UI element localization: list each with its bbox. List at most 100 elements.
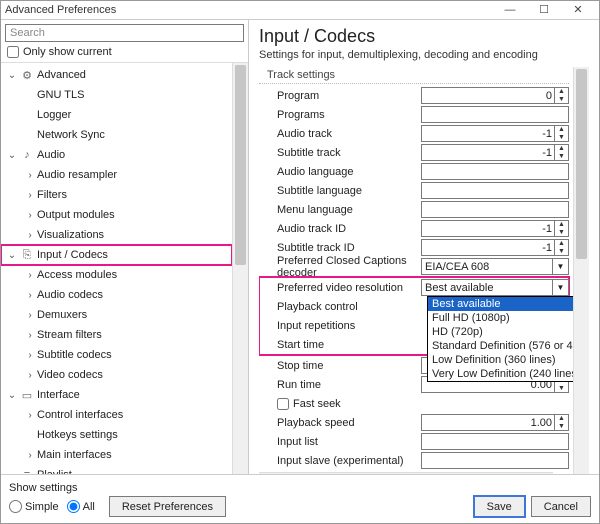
spinner-icon[interactable]: ▲▼ bbox=[554, 145, 568, 160]
tree-item-demuxers[interactable]: ›Demuxers bbox=[1, 305, 232, 325]
label-preferred-resolution: Preferred video resolution bbox=[277, 282, 421, 294]
spinner-icon[interactable]: ▲▼ bbox=[554, 415, 568, 430]
tree-item-gnu-tls[interactable]: GNU TLS bbox=[1, 85, 232, 105]
chevron-right-icon[interactable]: › bbox=[23, 330, 37, 341]
radio-all[interactable]: All bbox=[67, 500, 95, 513]
spinner-icon[interactable]: ▲▼ bbox=[554, 240, 568, 255]
chevron-down-icon[interactable]: ⌄ bbox=[5, 70, 19, 81]
field-input-slave[interactable] bbox=[421, 452, 569, 469]
field-subtitle-language[interactable] bbox=[421, 182, 569, 199]
chevron-down-icon: ▼ bbox=[552, 259, 568, 274]
dropdown-option[interactable]: Low Definition (360 lines) bbox=[428, 353, 573, 367]
dropdown-option[interactable]: Very Low Definition (240 lines) bbox=[428, 367, 573, 381]
search-input[interactable]: Search bbox=[5, 24, 244, 42]
radio-simple[interactable]: Simple bbox=[9, 500, 59, 513]
chevron-down-icon[interactable]: ⌄ bbox=[5, 470, 19, 475]
chevron-right-icon[interactable]: › bbox=[23, 410, 37, 421]
page-subtitle: Settings for input, demultiplexing, deco… bbox=[259, 49, 589, 61]
chevron-right-icon[interactable]: › bbox=[23, 370, 37, 381]
chevron-right-icon[interactable]: › bbox=[23, 290, 37, 301]
chevron-down-icon[interactable]: ⌄ bbox=[5, 250, 19, 261]
field-audio-track[interactable]: -1 ▲▼ bbox=[421, 125, 569, 142]
dropdown-option[interactable]: HD (720p) bbox=[428, 325, 573, 339]
row-audio-track: Audio track -1 ▲▼ bbox=[259, 124, 569, 143]
chevron-down-icon[interactable]: ⌄ bbox=[5, 150, 19, 161]
tree-scrollbar[interactable] bbox=[232, 63, 248, 474]
tree-item-control-interfaces[interactable]: ›Control interfaces bbox=[1, 405, 232, 425]
field-closed-captions[interactable]: EIA/CEA 608 ▼ bbox=[421, 258, 569, 275]
spinner-icon[interactable]: ▲▼ bbox=[554, 88, 568, 103]
field-subtitle-track[interactable]: -1 ▲▼ bbox=[421, 144, 569, 161]
field-audio-language[interactable] bbox=[421, 163, 569, 180]
tree-item-stream-filters[interactable]: ›Stream filters bbox=[1, 325, 232, 345]
label-input-slave: Input slave (experimental) bbox=[277, 455, 421, 467]
label-programs: Programs bbox=[277, 109, 421, 121]
tree-item-audio-resampler[interactable]: ›Audio resampler bbox=[1, 165, 232, 185]
chevron-right-icon[interactable]: › bbox=[23, 210, 37, 221]
field-input-list[interactable] bbox=[421, 433, 569, 450]
settings-list: Track settings Program 0 ▲▼ Programs Aud… bbox=[259, 67, 573, 474]
maximize-button[interactable]: ☐ bbox=[527, 2, 561, 18]
field-playback-speed[interactable]: 1.00 ▲▼ bbox=[421, 414, 569, 431]
tree-item-label: Interface bbox=[37, 389, 80, 401]
row-fast-seek[interactable]: Fast seek bbox=[259, 394, 569, 413]
chevron-right-icon[interactable]: › bbox=[23, 270, 37, 281]
field-preferred-resolution[interactable]: Best available ▼ bbox=[421, 279, 569, 296]
left-panel: Search Only show current ⌄⚙AdvancedGNU T… bbox=[1, 20, 249, 474]
dropdown-option[interactable]: Best available bbox=[428, 297, 573, 311]
row-input-list: Input list bbox=[259, 432, 569, 451]
close-button[interactable]: ✕ bbox=[561, 2, 595, 18]
chevron-right-icon[interactable]: › bbox=[23, 310, 37, 321]
tree-item-subtitle-codecs[interactable]: ›Subtitle codecs bbox=[1, 345, 232, 365]
tree-item-logger[interactable]: Logger bbox=[1, 105, 232, 125]
section-track-settings: Track settings bbox=[259, 67, 569, 84]
save-button[interactable]: Save bbox=[474, 496, 525, 517]
tree-item-output-modules[interactable]: ›Output modules bbox=[1, 205, 232, 225]
only-show-current-box[interactable] bbox=[7, 46, 19, 58]
tree-item-main-interfaces[interactable]: ›Main interfaces bbox=[1, 445, 232, 465]
tree-item-label: Audio codecs bbox=[37, 289, 103, 301]
field-subtitle-track-id[interactable]: -1 ▲▼ bbox=[421, 239, 569, 256]
field-menu-language[interactable] bbox=[421, 201, 569, 218]
footer: Show settings Simple All Reset Preferenc… bbox=[1, 475, 599, 523]
checkbox-fast-seek[interactable] bbox=[277, 398, 289, 410]
tree-item-label: Playlist bbox=[37, 469, 72, 474]
field-audio-track-id[interactable]: -1 ▲▼ bbox=[421, 220, 569, 237]
tree-item-playlist[interactable]: ⌄≡Playlist bbox=[1, 465, 232, 474]
spinner-icon[interactable]: ▲▼ bbox=[554, 126, 568, 141]
tree-item-audio[interactable]: ⌄♪Audio bbox=[1, 145, 232, 165]
resolution-dropdown[interactable]: Best availableFull HD (1080p)HD (720p)St… bbox=[427, 296, 573, 382]
label-subtitle-track: Subtitle track bbox=[277, 147, 421, 159]
chevron-right-icon[interactable]: › bbox=[23, 350, 37, 361]
tree-item-advanced[interactable]: ⌄⚙Advanced bbox=[1, 65, 232, 85]
chevron-down-icon[interactable]: ⌄ bbox=[5, 390, 19, 401]
tree-item-video-codecs[interactable]: ›Video codecs bbox=[1, 365, 232, 385]
chevron-right-icon[interactable]: › bbox=[23, 450, 37, 461]
tree-item-network-sync[interactable]: Network Sync bbox=[1, 125, 232, 145]
cancel-button[interactable]: Cancel bbox=[531, 496, 591, 517]
dropdown-option[interactable]: Standard Definition (576 or 480 lines) bbox=[428, 339, 573, 353]
tree-item-access-modules[interactable]: ›Access modules bbox=[1, 265, 232, 285]
horizontal-scrollbar[interactable]: ‹ › bbox=[259, 472, 553, 474]
field-program[interactable]: 0 ▲▼ bbox=[421, 87, 569, 104]
note-icon: ♪ bbox=[19, 147, 35, 163]
tree-item-input-codecs[interactable]: ⌄⎘Input / Codecs bbox=[1, 245, 232, 265]
chevron-right-icon[interactable]: › bbox=[23, 170, 37, 181]
tree-item-visualizations[interactable]: ›Visualizations bbox=[1, 225, 232, 245]
spinner-icon[interactable]: ▲▼ bbox=[554, 221, 568, 236]
tree-item-label: Logger bbox=[37, 109, 71, 121]
tree-item-audio-codecs[interactable]: ›Audio codecs bbox=[1, 285, 232, 305]
label-input-list: Input list bbox=[277, 436, 421, 448]
chevron-right-icon[interactable]: › bbox=[23, 230, 37, 241]
settings-tree[interactable]: ⌄⚙AdvancedGNU TLSLoggerNetwork Sync⌄♪Aud… bbox=[1, 63, 232, 474]
chevron-right-icon[interactable]: › bbox=[23, 190, 37, 201]
only-show-current-checkbox[interactable]: Only show current bbox=[1, 44, 248, 62]
tree-item-filters[interactable]: ›Filters bbox=[1, 185, 232, 205]
tree-item-interface[interactable]: ⌄▭Interface bbox=[1, 385, 232, 405]
field-programs[interactable] bbox=[421, 106, 569, 123]
reset-preferences-button[interactable]: Reset Preferences bbox=[109, 496, 226, 517]
right-scrollbar[interactable] bbox=[573, 67, 589, 474]
minimize-button[interactable]: — bbox=[493, 2, 527, 18]
tree-item-hotkeys-settings[interactable]: Hotkeys settings bbox=[1, 425, 232, 445]
dropdown-option[interactable]: Full HD (1080p) bbox=[428, 311, 573, 325]
